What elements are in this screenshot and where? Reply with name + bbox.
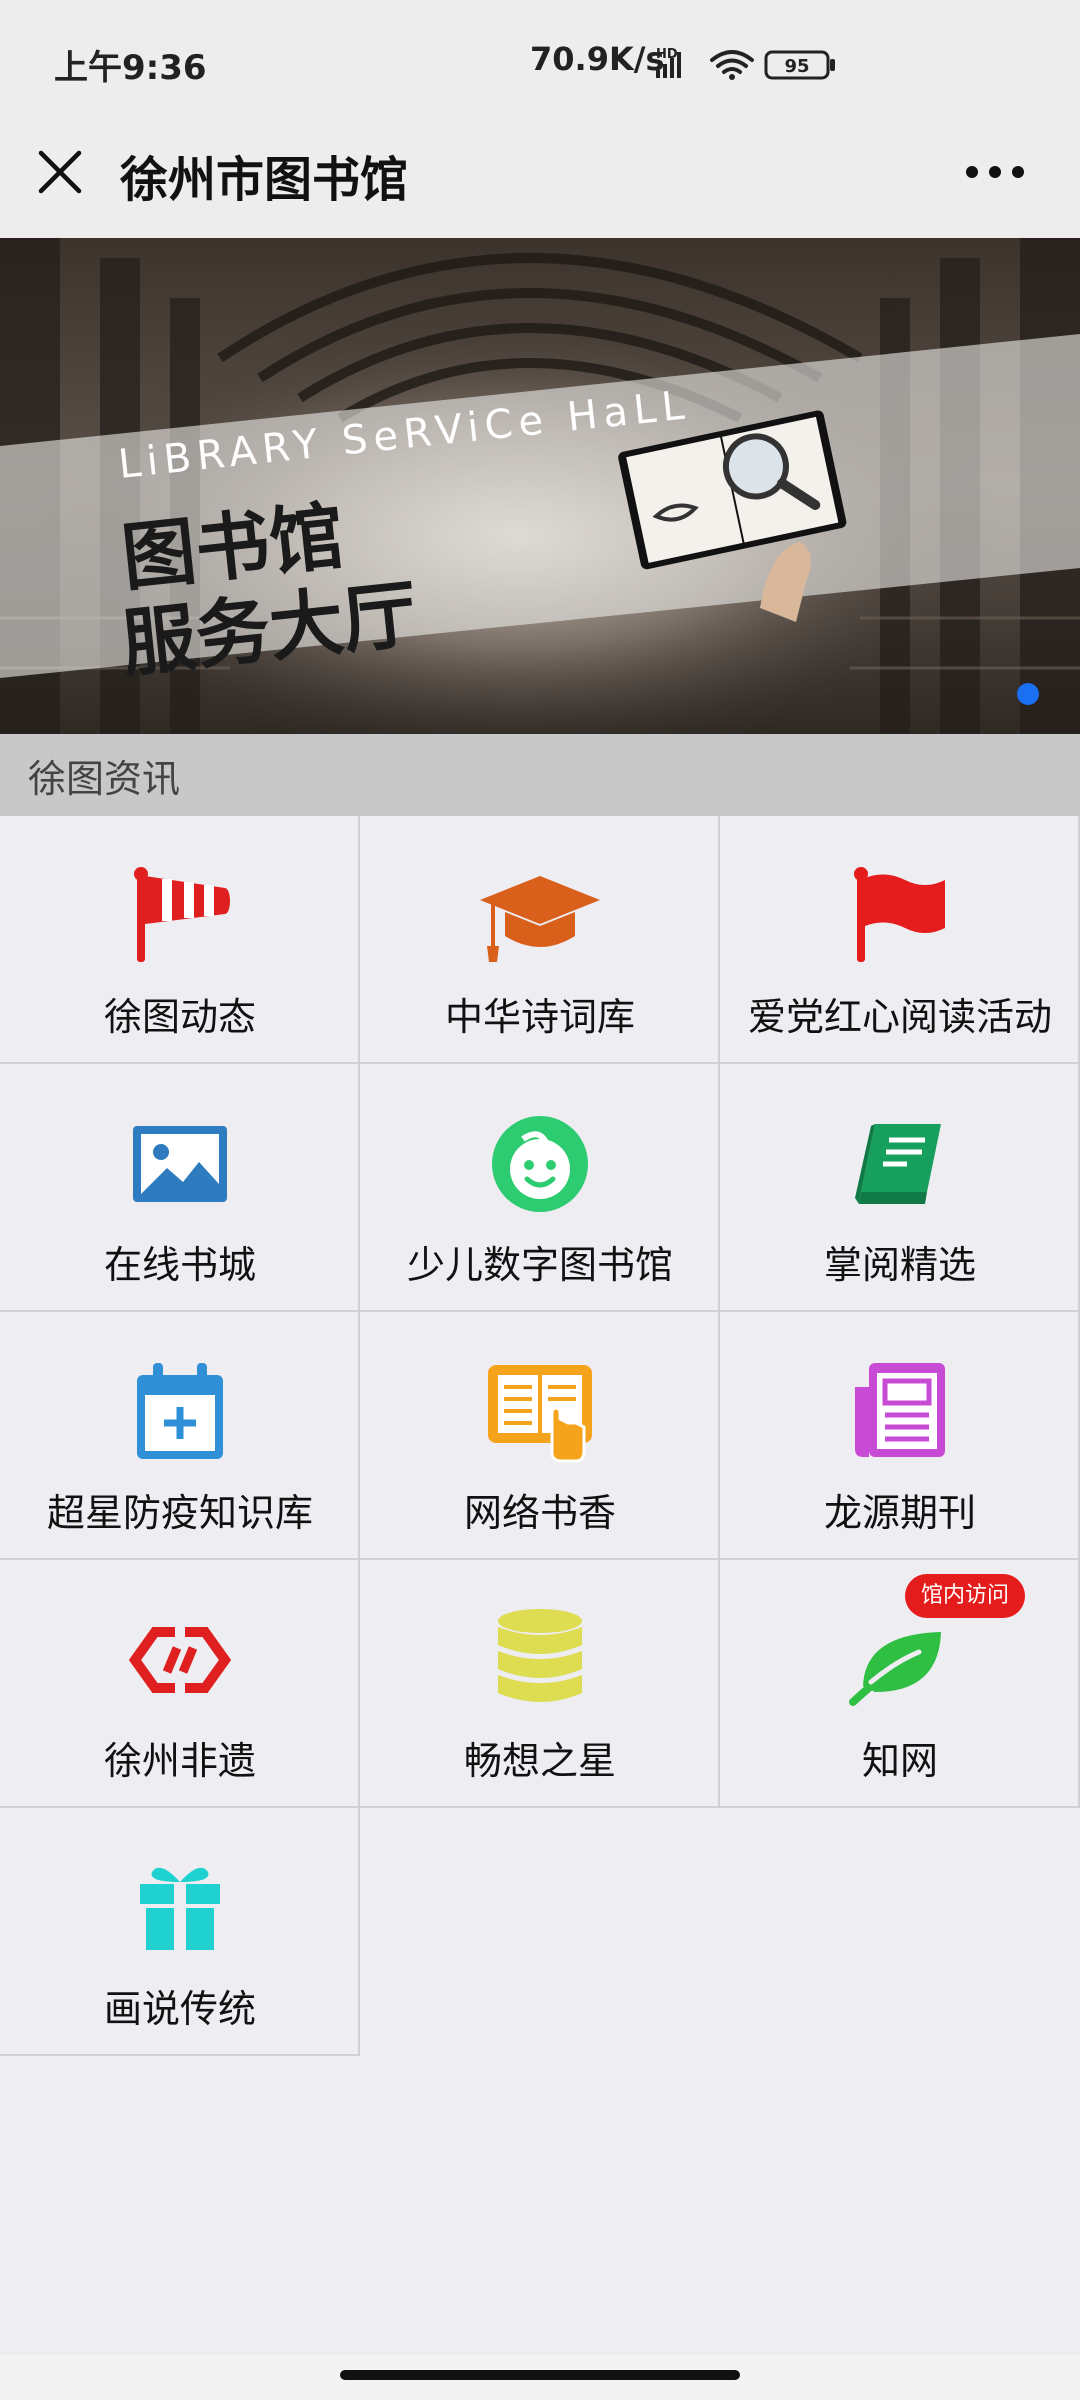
close-icon [38, 150, 82, 194]
more-dots-icon [966, 166, 1024, 178]
grid-item-label: 画说传统 [103, 1987, 256, 2031]
grid-item-label: 在线书城 [103, 1243, 256, 1287]
calendar-add-icon [137, 1363, 223, 1459]
grid-item-xutu-news[interactable]: 徐图动态 [0, 816, 360, 1064]
title-bar: 徐州市图书馆 [0, 120, 1080, 238]
book-icon [855, 1124, 941, 1204]
grid-item-party-reading[interactable]: 爱党红心阅读活动 [720, 816, 1080, 1064]
red-flag-icon [854, 867, 945, 962]
banner-image: LiBRARY SeRViCe HaLL 图书馆 服务大厅 [0, 238, 1080, 734]
banner-carousel[interactable]: LiBRARY SeRViCe HaLL 图书馆 服务大厅 [0, 238, 1080, 734]
grid-item-label: 爱党红心阅读活动 [747, 995, 1052, 1039]
status-bar: 上午9:36 70.9K/s HD 95 [0, 0, 1080, 120]
gift-icon [140, 1867, 220, 1950]
smiley-face-icon [492, 1116, 588, 1212]
grid-item-longyuan-journal[interactable]: 龙源期刊 [720, 1312, 1080, 1560]
section-title: 徐图资讯 [28, 757, 181, 801]
battery-icon: 95 [764, 50, 835, 80]
grid-item-changxiang-star[interactable]: 畅想之星 [360, 1560, 720, 1808]
status-icons: HD 95 [650, 44, 840, 88]
grid-item-cnki[interactable]: 知网 [720, 1560, 1080, 1808]
grid-item-online-bookstore[interactable]: 在线书城 [0, 1064, 360, 1312]
grid-item-label: 少儿数字图书馆 [406, 1243, 673, 1287]
graduation-cap-icon [480, 876, 600, 962]
home-indicator[interactable] [340, 2370, 740, 2380]
reading-hand-icon [488, 1365, 592, 1463]
grid-item-label: 畅想之星 [463, 1739, 616, 1783]
grid-item-kids-library[interactable]: 少儿数字图书馆 [360, 1064, 720, 1312]
grid-item-label: 龙源期刊 [823, 1491, 976, 1535]
grid-item-label: 中华诗词库 [444, 995, 635, 1039]
newspaper-icon [855, 1363, 945, 1457]
chain-link-icon [128, 1627, 232, 1693]
grid-item-picture-tradition[interactable]: 画说传统 [0, 1808, 360, 2056]
network-speed: 70.9K/s [530, 40, 665, 78]
grid-item-label: 知网 [861, 1739, 938, 1783]
database-stack-icon [498, 1609, 582, 1702]
leaf-icon [849, 1632, 941, 1706]
hd-icon: HD [656, 47, 678, 62]
windsock-flag-icon [134, 867, 230, 962]
grid-item-label: 徐图动态 [103, 995, 256, 1039]
close-button[interactable] [30, 142, 90, 202]
in-library-access-badge: 馆内访问 [905, 1574, 1026, 1618]
carousel-indicator-dot[interactable] [1017, 683, 1039, 705]
grid-item-epidemic-knowledge[interactable]: 超星防疫知识库 [0, 1312, 360, 1560]
section-header: 徐图资讯 [0, 734, 1080, 816]
grid-item-zhangyue[interactable]: 掌阅精选 [720, 1064, 1080, 1312]
grid-item-network-bookfragrance[interactable]: 网络书香 [360, 1312, 720, 1560]
wifi-icon [710, 50, 754, 74]
grid-item-label: 网络书香 [463, 1491, 616, 1535]
more-button[interactable] [960, 142, 1030, 202]
grid-item-label: 徐州非遗 [103, 1739, 256, 1783]
grid-item-label: 掌阅精选 [823, 1243, 976, 1287]
image-icon [133, 1126, 227, 1202]
battery-level: 95 [784, 56, 809, 77]
grid-item-chinese-poetry[interactable]: 中华诗词库 [360, 816, 720, 1064]
page-title: 徐州市图书馆 [120, 152, 409, 208]
grid-item-xuzhou-heritage[interactable]: 徐州非遗 [0, 1560, 360, 1808]
status-time: 上午9:36 [54, 48, 207, 88]
grid-item-label: 超星防疫知识库 [46, 1491, 313, 1535]
